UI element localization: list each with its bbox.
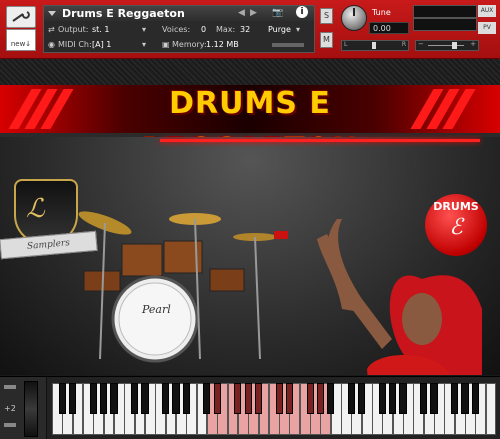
black-key[interactable]: [213, 383, 221, 414]
memory-icon: ▣: [162, 40, 170, 49]
black-key[interactable]: [358, 383, 366, 414]
volume-track: [428, 45, 464, 46]
tune-value[interactable]: 0.00: [369, 22, 409, 34]
black-key[interactable]: [378, 383, 387, 414]
purge-level-bar: [272, 43, 304, 47]
next-arrow-icon[interactable]: ▶: [250, 8, 257, 18]
black-key[interactable]: [275, 383, 283, 414]
keyboard-panel: +2: [0, 376, 500, 439]
black-key[interactable]: [234, 383, 242, 414]
voices-value: 0: [201, 25, 207, 34]
purge-button[interactable]: Purge: [268, 25, 291, 34]
black-key[interactable]: [327, 383, 335, 414]
black-key[interactable]: [110, 383, 118, 414]
black-key[interactable]: [389, 383, 397, 414]
aux-button[interactable]: AUX: [478, 5, 496, 17]
midi-channel-label: MIDI Ch:: [58, 40, 92, 49]
black-key[interactable]: [430, 383, 438, 414]
black-key[interactable]: [161, 383, 170, 414]
black-key[interactable]: [172, 383, 180, 414]
singer-image: [317, 219, 482, 375]
black-key[interactable]: [316, 383, 325, 414]
pan-left-label: L: [344, 41, 348, 48]
black-key[interactable]: [244, 383, 252, 414]
black-key[interactable]: [451, 383, 459, 414]
pan-right-label: R: [401, 41, 406, 48]
volume-plus-label: +: [470, 40, 476, 48]
solo-button[interactable]: S: [320, 8, 333, 24]
memory-value: 1.12 MB: [206, 40, 239, 49]
level-meter-left: [413, 5, 477, 18]
instrument-artwork: DRUMS E REGGAETON ℒ Samplers DRUMS ℰ Pea…: [0, 59, 500, 375]
black-key[interactable]: [461, 383, 469, 414]
black-key[interactable]: [203, 383, 211, 414]
output-label: Output:: [58, 25, 89, 34]
tune-knob[interactable]: [341, 5, 367, 31]
instrument-panel: Drums E Reggaeton ◀ ▶ 📷 i ⇄ Output: st. …: [43, 5, 315, 53]
svg-text:Pearl: Pearl: [141, 303, 171, 316]
keyboard-controls: +2: [0, 377, 47, 439]
instrument-title-bar: Drums E Reggaeton ◀ ▶ 📷 i: [44, 6, 314, 21]
wrench-icon[interactable]: [6, 6, 36, 28]
midi-plug-icon: ◉: [48, 40, 55, 49]
level-meter-right: [413, 18, 477, 31]
voices-label: Voices:: [162, 25, 191, 34]
volume-slider[interactable]: − +: [415, 40, 479, 51]
pan-slider[interactable]: L R: [341, 40, 409, 51]
white-key[interactable]: [485, 383, 497, 435]
tune-label: Tune: [372, 8, 391, 17]
modulation-wheel[interactable]: [24, 381, 38, 437]
max-label: Max:: [216, 25, 236, 34]
octave-down-icon[interactable]: [4, 423, 16, 427]
black-key[interactable]: [141, 383, 149, 414]
memory-label: Memory:: [172, 40, 207, 49]
mute-button[interactable]: M: [320, 32, 333, 48]
volume-minus-label: −: [418, 40, 424, 48]
black-key[interactable]: [89, 383, 97, 414]
black-key[interactable]: [347, 383, 356, 414]
pv-button[interactable]: PV: [478, 22, 496, 34]
output-row: ⇄ Output: st. 1 ▾ Voices: 0 Max: 32 Purg…: [44, 22, 314, 37]
black-key[interactable]: [100, 383, 108, 414]
piano-keyboard[interactable]: [52, 383, 497, 435]
instrument-name[interactable]: Drums E Reggaeton: [62, 7, 185, 20]
new-label: new↓: [10, 40, 32, 48]
prev-arrow-icon[interactable]: ◀: [238, 8, 245, 18]
black-key[interactable]: [420, 383, 428, 414]
max-voices-value[interactable]: 32: [240, 25, 250, 34]
black-key[interactable]: [58, 383, 66, 414]
brand-monogram: ℒ: [26, 194, 45, 224]
output-arrow-icon: ⇄: [48, 25, 55, 34]
output-dropdown-icon[interactable]: ▾: [142, 25, 146, 34]
black-key[interactable]: [285, 383, 294, 414]
midi-channel-value[interactable]: [A] 1: [92, 40, 111, 49]
black-key[interactable]: [399, 383, 407, 414]
drums-badge-text: DRUMS: [433, 200, 479, 213]
octave-value: +2: [4, 404, 16, 413]
purge-dropdown-icon[interactable]: ▾: [296, 25, 300, 34]
output-value[interactable]: st. 1: [92, 25, 109, 34]
pan-handle[interactable]: [372, 42, 376, 49]
midi-row: ◉ MIDI Ch: [A] 1 ▾ ▣ Memory: 1.12 MB: [44, 37, 314, 52]
collapse-arrow-icon[interactable]: [48, 11, 56, 16]
black-key[interactable]: [306, 383, 314, 414]
new-button[interactable]: new↓: [6, 29, 36, 51]
info-icon[interactable]: i: [296, 6, 308, 18]
black-key[interactable]: [182, 383, 190, 414]
midi-dropdown-icon[interactable]: ▾: [142, 40, 146, 49]
drum-kit-image: Pearl: [78, 211, 288, 363]
volume-handle[interactable]: [452, 42, 457, 49]
black-key[interactable]: [254, 383, 263, 414]
black-key[interactable]: [130, 383, 139, 414]
octave-up-icon[interactable]: [4, 385, 16, 389]
black-key[interactable]: [69, 383, 77, 414]
black-key[interactable]: [471, 383, 479, 414]
glow-line: [160, 139, 480, 142]
instrument-header: new↓ Drums E Reggaeton ◀ ▶ 📷 i ⇄ Output:…: [0, 0, 500, 59]
banner-title: DRUMS E REGGAETON: [142, 86, 358, 167]
camera-icon[interactable]: 📷: [272, 8, 283, 18]
